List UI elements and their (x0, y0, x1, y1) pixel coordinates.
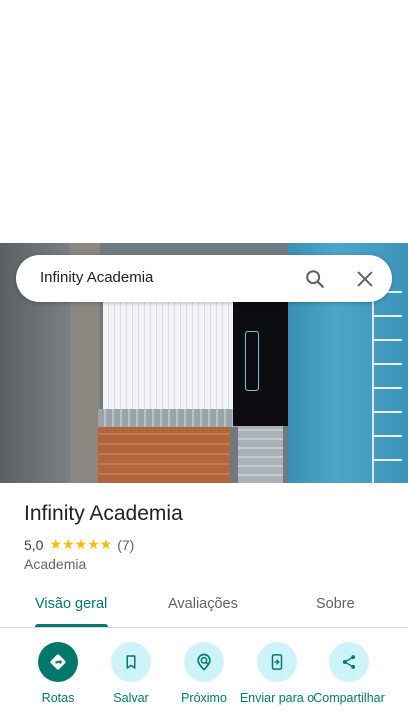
photo-tiles (98, 409, 238, 427)
rating-row[interactable]: 5,0 ★★★★★ (7) (24, 536, 134, 553)
photo-shutter (103, 301, 235, 409)
photo-railing (372, 283, 402, 483)
share-button[interactable]: Compartilhar (309, 640, 389, 705)
search-input[interactable]: Infinity Academia (40, 269, 153, 286)
directions-label: Rotas (41, 691, 75, 705)
close-icon[interactable] (354, 268, 376, 290)
rating-value: 5,0 (24, 536, 44, 553)
tab-overview[interactable]: Visão geral (35, 596, 107, 612)
review-count: (7) (117, 536, 135, 553)
search-bar[interactable]: Infinity Academia (16, 255, 392, 302)
send-to-phone-label: Enviar para o (239, 691, 315, 705)
place-title: Infinity Academia (24, 502, 183, 525)
blank-area (0, 0, 408, 243)
nearby-label: Próximo (181, 691, 227, 705)
send-to-phone-button[interactable]: Enviar para o (237, 640, 317, 705)
search-icon[interactable] (304, 268, 326, 290)
nearby-icon (184, 642, 224, 682)
active-tab-indicator (35, 624, 108, 627)
bookmark-icon (111, 642, 151, 682)
share-icon (329, 642, 369, 682)
tab-about[interactable]: Sobre (316, 596, 355, 612)
tab-bar: Visão geral Avaliações Sobre (0, 588, 408, 628)
share-label: Compartilhar (313, 691, 385, 705)
directions-icon (38, 642, 78, 682)
place-category[interactable]: Academia (24, 556, 86, 572)
directions-button[interactable]: Rotas (18, 640, 98, 705)
photo-brick-wall (98, 427, 230, 483)
save-button[interactable]: Salvar (91, 640, 171, 705)
send-to-phone-icon (257, 642, 297, 682)
nearby-button[interactable]: Próximo (164, 640, 244, 705)
action-bar: Rotas Salvar Próximo Enviar para o Compa… (0, 640, 408, 726)
photo-wall (238, 426, 283, 483)
star-rating-icon: ★★★★★ (49, 536, 113, 552)
save-label: Salvar (113, 691, 149, 705)
photo-sign (233, 301, 288, 426)
tab-reviews[interactable]: Avaliações (168, 596, 238, 612)
